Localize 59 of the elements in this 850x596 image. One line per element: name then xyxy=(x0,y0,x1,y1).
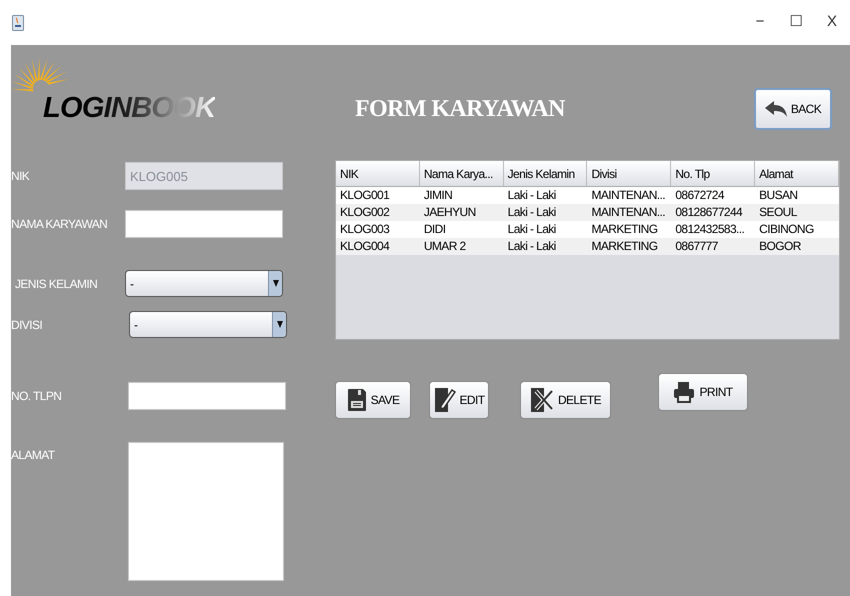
table-cell-text: KLOG004 xyxy=(339,238,390,255)
window-control-button[interactable]: X xyxy=(814,8,850,38)
table-cell-text: DIDI xyxy=(422,221,446,238)
field-label: NO. TLPN xyxy=(11,388,62,405)
dropdown-arrow-button[interactable] xyxy=(272,312,286,337)
field-label: DIVISI xyxy=(11,316,44,334)
table-cell-text: KLOG002 xyxy=(339,204,390,221)
dropdown[interactable]: - xyxy=(129,311,287,338)
table-cell-text: Laki - Laki xyxy=(506,204,557,221)
caret-down-icon xyxy=(272,280,278,287)
table-cell-text: 0867777 xyxy=(674,238,719,255)
table-cell-text: MARKETING xyxy=(590,221,658,238)
table-cell-text: Laki - Laki xyxy=(506,187,557,204)
form-title: FORM KARYAWAN xyxy=(355,95,565,124)
table-cell-text: KLOG001 xyxy=(339,187,390,204)
action-button[interactable]: PRINT xyxy=(658,373,748,411)
printer-icon xyxy=(673,381,696,403)
dropdown[interactable]: - xyxy=(125,270,283,297)
table-cell-text: 08672724 xyxy=(674,187,726,204)
table-cell-text: UMAR 2 xyxy=(422,238,467,255)
text-area[interactable] xyxy=(128,442,284,581)
field-label: ALAMAT xyxy=(11,447,56,464)
table-cell-text: MAINTENAN... xyxy=(590,187,666,204)
table-cell-text: Laki - Laki xyxy=(506,238,557,255)
column-header[interactable]: Alamat xyxy=(755,161,839,186)
table-cell-text: KLOG003 xyxy=(339,221,390,238)
dropdown-arrow-button[interactable] xyxy=(268,271,282,296)
table-cell-text: MARKETING xyxy=(590,238,658,255)
text-field[interactable] xyxy=(125,210,283,238)
table-cell-text: BUSAN xyxy=(758,187,798,204)
caret-down-icon xyxy=(276,321,282,328)
table-cell-text: JAEHYUN xyxy=(422,204,477,221)
action-button[interactable]: EDIT xyxy=(429,381,489,419)
table-cell-text: 0812432583... xyxy=(674,221,746,238)
action-button[interactable]: DELETE xyxy=(520,381,611,419)
table-cell-text: 08128677244 xyxy=(674,204,744,221)
back-button[interactable]: BACK xyxy=(754,88,832,130)
action-button[interactable]: SAVE xyxy=(335,381,411,419)
text-field[interactable] xyxy=(128,382,286,410)
column-header[interactable]: No. Tlp xyxy=(671,161,756,186)
app-icon xyxy=(12,14,24,30)
field-label: JENIS KELAMIN xyxy=(14,276,98,292)
table-cell-text: MAINTENAN... xyxy=(590,204,666,221)
table-cell-text: CIBINONG xyxy=(758,221,815,238)
window-control-button[interactable]: ☐ xyxy=(778,8,814,38)
back-arrow-icon xyxy=(764,101,787,117)
table-cell-text: Laki - Laki xyxy=(506,221,557,238)
column-header[interactable]: Divisi xyxy=(587,161,672,186)
field-label: NAMA KARYAWAN xyxy=(11,216,108,233)
document-pencil-icon xyxy=(434,387,456,413)
column-header[interactable]: NIK xyxy=(336,161,420,186)
field-label: NIK xyxy=(11,168,30,185)
document-cross-icon xyxy=(530,387,554,413)
table-cell-text: BOGOR xyxy=(758,238,802,255)
table-cell-text: SEOUL xyxy=(758,204,798,221)
column-header[interactable]: Nama Karya... xyxy=(420,161,504,186)
table-cell-text: JIMIN xyxy=(422,187,454,204)
window-control-button[interactable]: − xyxy=(742,8,778,38)
column-header[interactable]: Jenis Kelamin xyxy=(504,161,588,186)
